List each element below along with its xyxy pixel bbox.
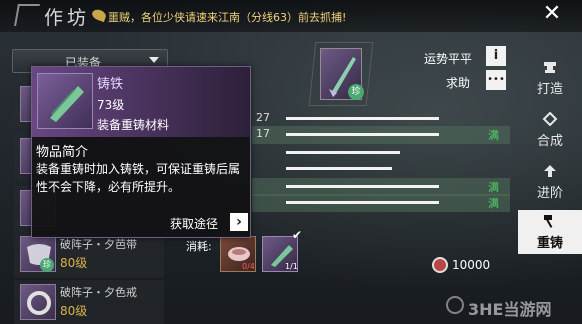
stat-bar: [286, 167, 392, 170]
notice-text: 噩贼，各位少侠请速来江南（分线63）前去抓捕!: [108, 11, 347, 24]
stat-full-label: 满: [488, 129, 499, 142]
info-button[interactable]: i: [486, 46, 506, 66]
tab-label: 进阶: [536, 186, 563, 201]
workshop-screen: 作坊 噩贼，各位少侠请速来江南（分线63）前去抓捕! ✕ 已装备 珍 破阵子・夕…: [0, 0, 582, 324]
combine-icon: [542, 112, 558, 126]
tooltip-item-type: 装备重铸材料: [97, 118, 170, 132]
stat-bar: [286, 185, 439, 188]
check-icon: ✔: [292, 228, 303, 242]
material-count: 0/4: [242, 262, 255, 271]
cast-iron-icon: [50, 86, 84, 122]
stat-value: 27: [256, 111, 270, 124]
stat-value: 17: [256, 127, 270, 140]
item-level: 80级: [60, 256, 88, 270]
stat-row: 17 满: [252, 126, 510, 144]
watermark-text: 3HE当游网: [468, 300, 552, 319]
tooltip-item-level: 73级: [97, 98, 125, 112]
list-item[interactable]: 珍 破阵子・夕芭带 80级: [14, 232, 164, 278]
stat-bar: [286, 201, 439, 204]
stat-bar: [286, 151, 400, 154]
item-name: 破阵子・夕色戒: [60, 286, 137, 299]
rare-badge: 珍: [348, 84, 364, 100]
tooltip-section-title: 物品简介: [36, 145, 89, 160]
tooltip-item-slot: [37, 73, 93, 129]
stat-full-label: 满: [488, 181, 499, 194]
tab-recast[interactable]: 重铸: [518, 210, 582, 254]
watermark-logo: [446, 296, 464, 314]
chevron-right-icon[interactable]: ›: [230, 213, 248, 231]
chat-icon[interactable]: •••: [486, 70, 506, 90]
stat-bar: [286, 117, 439, 120]
tooltip-item-name: 铸铁: [97, 77, 124, 92]
rare-badge: 珍: [40, 258, 54, 272]
consume-label: 消耗:: [186, 240, 212, 253]
page-title: 作坊: [44, 7, 91, 29]
tab-forge[interactable]: 打造: [518, 56, 582, 100]
iron-count: 1/1: [285, 262, 298, 271]
tab-label: 合成: [536, 134, 563, 149]
title-decoration: [14, 4, 40, 26]
hammer-icon: [544, 215, 553, 228]
tab-label: 重铸: [536, 236, 563, 251]
close-button[interactable]: ✕: [540, 2, 564, 26]
stat-row: 满: [252, 194, 510, 212]
anvil-icon: [544, 62, 556, 73]
luck-status: 运势平平: [424, 52, 473, 66]
advance-icon: [544, 165, 556, 177]
item-name: 破阵子・夕芭带: [60, 238, 137, 251]
tab-advance[interactable]: 进阶: [518, 160, 582, 204]
top-bar: 作坊 噩贼，各位少侠请速来江南（分线63）前去抓捕! ✕: [0, 0, 582, 32]
obtain-source-link[interactable]: 获取途径: [170, 215, 218, 232]
stat-full-label: 满: [488, 197, 499, 210]
item-slot: [20, 284, 56, 320]
ring-icon: [27, 291, 51, 315]
tab-label: 打造: [536, 82, 563, 97]
list-item[interactable]: 破阵子・夕色戒 80级: [14, 280, 164, 324]
tooltip-description: 装备重铸时加入铸铁，可保证重铸后属性不会下降，必有所提升。: [36, 162, 241, 194]
item-tooltip: 铸铁 73级 装备重铸材料 物品简介 装备重铸时加入铸铁，可保证重铸后属性不会下…: [31, 66, 251, 238]
stat-bar: [286, 133, 439, 136]
chevron-down-icon: [149, 57, 159, 63]
item-level: 80级: [60, 304, 88, 318]
tab-combine[interactable]: 合成: [518, 108, 582, 152]
coin-icon: [432, 257, 448, 273]
help-label: 求助: [446, 76, 471, 90]
coin-amount: 10000: [452, 258, 491, 272]
stat-row: [252, 160, 510, 178]
horn-icon: [90, 7, 108, 23]
